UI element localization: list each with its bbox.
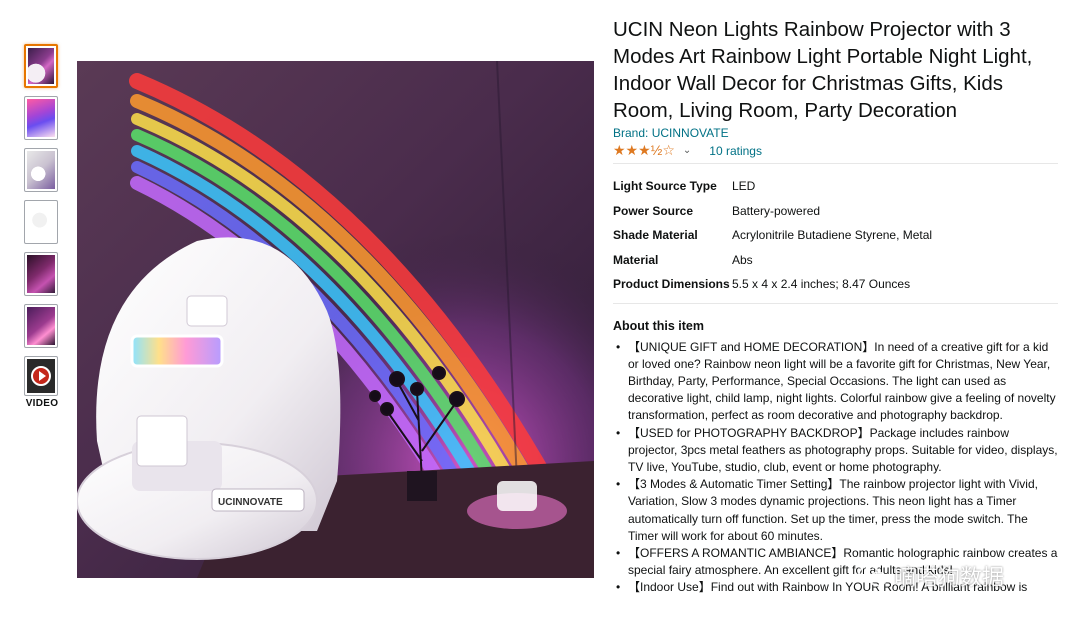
about-title: About this item xyxy=(613,318,704,333)
chevron-down-icon[interactable]: ⌄ xyxy=(683,145,691,156)
divider xyxy=(613,163,1058,164)
thumbnail-4[interactable] xyxy=(24,200,58,244)
ratings-link[interactable]: 10 ratings xyxy=(709,144,762,158)
spec-row: Power Source Battery-powered xyxy=(613,201,1058,226)
wechat-icon xyxy=(858,565,887,587)
spec-value: Battery-powered xyxy=(732,203,821,218)
play-icon xyxy=(31,366,51,386)
thumbnail-strip: VIDEO xyxy=(24,44,60,409)
rating-row: ★★★½☆ ⌄ 10 ratings xyxy=(613,142,1058,159)
thumbnail-1[interactable] xyxy=(24,44,58,88)
bullet-item: 【USED for PHOTOGRAPHY BACKDROP】Package i… xyxy=(613,425,1058,477)
spec-row: Product Dimensions 5.5 x 4 x 2.4 inches; … xyxy=(613,274,1058,299)
spec-key: Light Source Type xyxy=(613,179,717,193)
logo-text: UCINNOVATE xyxy=(218,497,283,508)
spec-row: Material Abs xyxy=(613,250,1058,275)
watermark-text: 嘀嗒狗数据 xyxy=(894,565,1005,590)
spec-row: Shade Material Acrylonitrile Butadiene St… xyxy=(613,225,1058,250)
about-bullets: 【UNIQUE GIFT and HOME DECORATION】In need… xyxy=(613,339,1058,597)
spec-key: Material xyxy=(613,252,659,267)
thumbnail-6[interactable] xyxy=(24,304,58,348)
thumbnail-3[interactable] xyxy=(24,148,58,192)
product-title: UCIN Neon Lights Rainbow Projector with … xyxy=(613,18,1033,122)
divider xyxy=(613,302,1058,304)
watermark: 嘀嗒狗数据 xyxy=(858,560,1004,592)
main-product-image[interactable]: UCINNOVATE xyxy=(77,61,594,578)
video-thumbnail[interactable] xyxy=(24,356,58,396)
spec-value: Abs xyxy=(732,252,753,267)
spec-key: Shade Material xyxy=(613,228,698,242)
spec-key: Power Source xyxy=(613,203,694,218)
spec-row: Light Source Type LED xyxy=(613,176,1058,201)
brand-link[interactable]: Brand: UCINNOVATE xyxy=(613,126,1058,140)
thumbnail-2[interactable] xyxy=(24,96,58,140)
bullet-item: 【UNIQUE GIFT and HOME DECORATION】In need… xyxy=(613,339,1058,425)
spec-value: LED xyxy=(732,179,756,193)
star-rating-icon[interactable]: ★★★½☆ xyxy=(613,142,675,159)
product-info: UCIN Neon Lights Rainbow Projector with … xyxy=(613,16,1058,597)
spec-key: Product Dimensions xyxy=(613,277,730,291)
spec-value: Acrylonitrile Butadiene Styrene, Metal xyxy=(732,228,933,242)
specs-table: Light Source Type LED Power Source Battery-… xyxy=(613,176,1058,299)
spec-value: 5.5 x 4 x 2.4 inches; 8.47 Ounces xyxy=(732,277,911,291)
bullet-item: 【3 Modes & Automatic Timer Setting】The r… xyxy=(613,476,1058,545)
thumbnail-5[interactable] xyxy=(24,252,58,296)
video-label: VIDEO xyxy=(25,398,59,409)
